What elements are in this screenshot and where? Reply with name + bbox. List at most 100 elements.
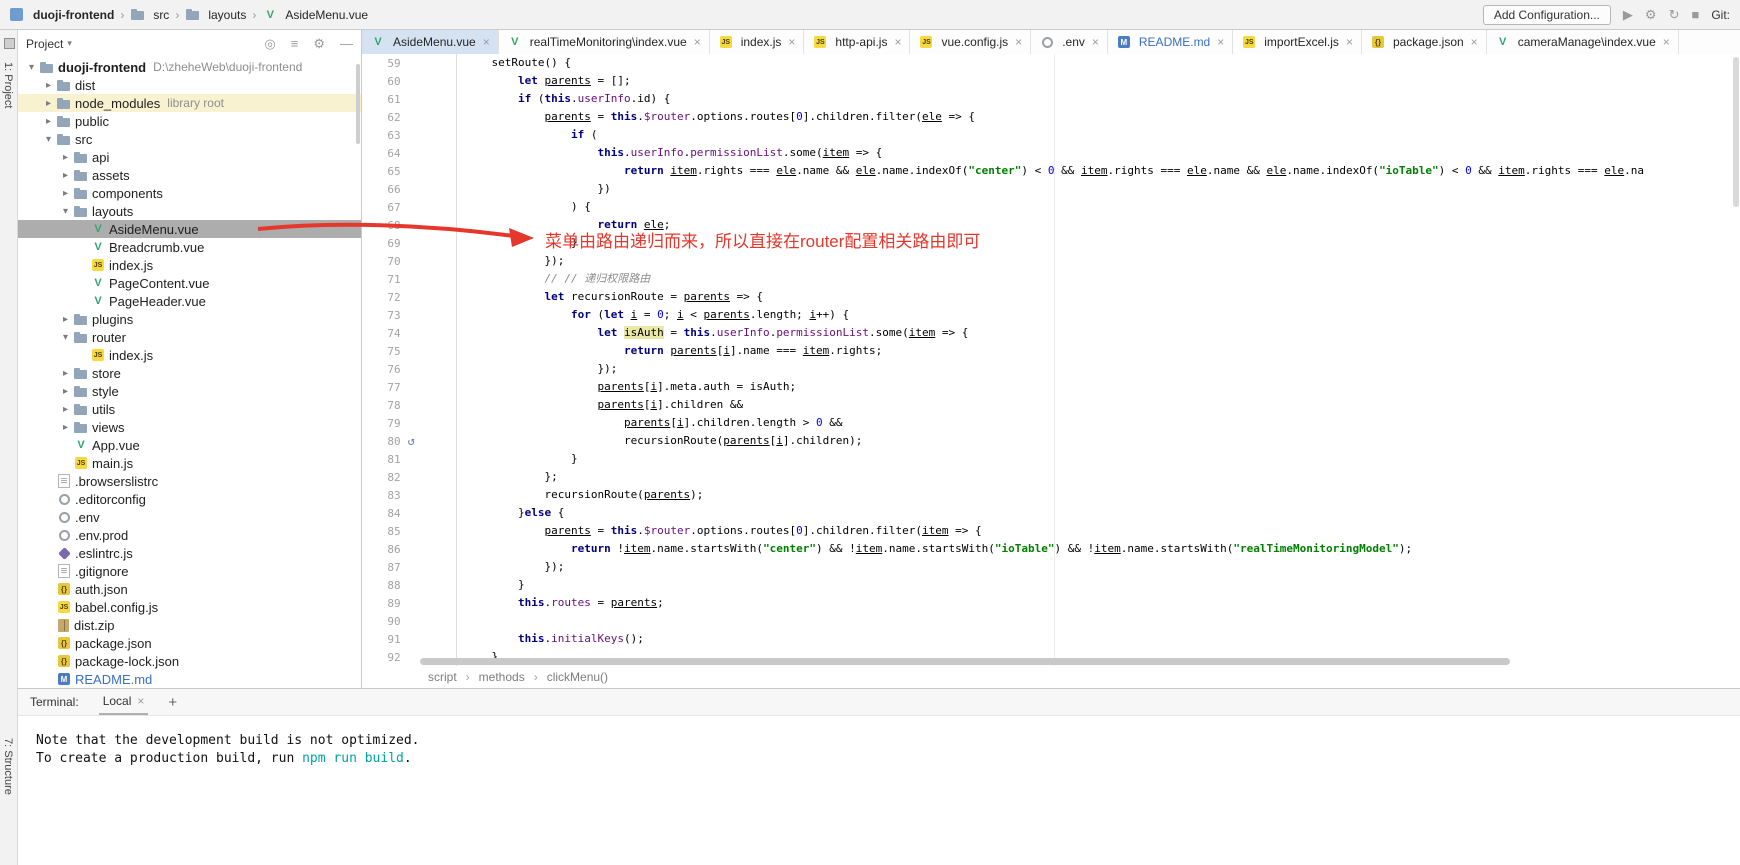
tree-item-.env.prod[interactable]: .env.prod (18, 526, 361, 544)
gutter-line-82[interactable]: 82 (362, 468, 456, 486)
gutter-line-84[interactable]: 84 (362, 504, 456, 522)
chevron-right-icon[interactable]: ▸ (58, 188, 73, 199)
tree-item-Breadcrumb.vue[interactable]: VBreadcrumb.vue (18, 238, 361, 256)
gutter-line-74[interactable]: 74 (362, 324, 456, 342)
gutter-line-62[interactable]: 62 (362, 108, 456, 126)
gutter-line-85[interactable]: 85 (362, 522, 456, 540)
tree-item-components[interactable]: ▸components (18, 184, 361, 202)
close-tab-icon[interactable]: × (694, 35, 701, 49)
editor-vertical-scrollbar[interactable] (1733, 57, 1739, 207)
gutter-line-79[interactable]: 79 (362, 414, 456, 432)
gutter-line-60[interactable]: 60 (362, 72, 456, 90)
gutter-line-68[interactable]: 68 (362, 216, 456, 234)
gutter-line-80[interactable]: 80↺ (362, 432, 456, 450)
tree-item-PageHeader.vue[interactable]: VPageHeader.vue (18, 292, 361, 310)
tab-package.json[interactable]: {}package.json× (1362, 30, 1487, 54)
tree-item-store[interactable]: ▸store (18, 364, 361, 382)
tree-item-dist.zip[interactable]: dist.zip (18, 616, 361, 634)
tree-item-api[interactable]: ▸api (18, 148, 361, 166)
breadcrumb-item[interactable]: layouts (185, 7, 246, 22)
chevron-down-icon[interactable]: ▾ (41, 134, 56, 145)
gutter-line-89[interactable]: 89 (362, 594, 456, 612)
tree-item-README.md[interactable]: MREADME.md (18, 670, 361, 688)
tree-item-duoji-frontend[interactable]: ▾duoji-frontendD:\zheheWeb\duoji-fronten… (18, 58, 361, 76)
close-tab-icon[interactable]: × (788, 35, 795, 49)
chevron-down-icon[interactable]: ▾ (58, 332, 73, 343)
tree-item-.env[interactable]: .env (18, 508, 361, 526)
gutter-line-78[interactable]: 78 (362, 396, 456, 414)
close-tab-icon[interactable]: × (483, 35, 490, 49)
chevron-right-icon[interactable]: ▸ (58, 314, 73, 325)
tab-realTimeMonitoring\index.vue[interactable]: VrealTimeMonitoring\index.vue× (499, 30, 710, 54)
gutter-line-73[interactable]: 73 (362, 306, 456, 324)
tree-item-package.json[interactable]: {}package.json (18, 634, 361, 652)
tree-item-babel.config.js[interactable]: JSbabel.config.js (18, 598, 361, 616)
tree-item-utils[interactable]: ▸utils (18, 400, 361, 418)
breadcrumb-item[interactable]: VAsideMenu.vue (262, 7, 368, 22)
editor-breadcrumb-item[interactable]: script (428, 670, 457, 684)
chevron-right-icon[interactable]: ▸ (58, 386, 73, 397)
close-tab-icon[interactable]: × (1346, 35, 1353, 49)
project-tree-scrollbar[interactable] (356, 64, 360, 144)
gutter-line-64[interactable]: 64 (362, 144, 456, 162)
tree-item-package-lock.json[interactable]: {}package-lock.json (18, 652, 361, 670)
tool-window-button-structure[interactable]: 7: Structure (2, 738, 14, 795)
tree-item-node_modules[interactable]: ▸node_moduleslibrary root (18, 94, 361, 112)
gutter-line-70[interactable]: 70 (362, 252, 456, 270)
add-configuration-button[interactable]: Add Configuration... (1483, 5, 1611, 25)
tree-item-.editorconfig[interactable]: .editorconfig (18, 490, 361, 508)
close-tab-icon[interactable]: × (894, 35, 901, 49)
gutter-line-90[interactable]: 90 (362, 612, 456, 630)
tab-vue.config.js[interactable]: JSvue.config.js× (910, 30, 1031, 54)
tree-item-plugins[interactable]: ▸plugins (18, 310, 361, 328)
project-view-selector[interactable]: Project ▾ (26, 37, 72, 51)
gutter-line-83[interactable]: 83 (362, 486, 456, 504)
gutter-line-63[interactable]: 63 (362, 126, 456, 144)
tool-window-button-project[interactable]: 1: Project (2, 62, 14, 108)
chevron-down-icon[interactable]: ▾ (58, 206, 73, 217)
tree-item-AsideMenu.vue[interactable]: VAsideMenu.vue (18, 220, 361, 238)
tree-item-index.js[interactable]: JSindex.js (18, 256, 361, 274)
chevron-down-icon[interactable]: ▾ (24, 62, 39, 73)
stop-icon[interactable]: ■ (1691, 8, 1699, 21)
tree-item-auth.json[interactable]: {}auth.json (18, 580, 361, 598)
gutter-line-77[interactable]: 77 (362, 378, 456, 396)
gutter-line-91[interactable]: 91 (362, 630, 456, 648)
tree-item-views[interactable]: ▸views (18, 418, 361, 436)
tree-item-router[interactable]: ▾router (18, 328, 361, 346)
tree-item-index.js[interactable]: JSindex.js (18, 346, 361, 364)
tree-item-layouts[interactable]: ▾layouts (18, 202, 361, 220)
git-label[interactable]: Git: (1711, 8, 1730, 22)
gutter-line-71[interactable]: 71 (362, 270, 456, 288)
tab-importExcel.js[interactable]: JSimportExcel.js× (1233, 30, 1362, 54)
chevron-right-icon[interactable]: ▸ (58, 368, 73, 379)
filter-icon[interactable]: ≡ (291, 37, 299, 50)
editor-horizontal-scrollbar[interactable] (420, 658, 1510, 665)
close-tab-icon[interactable]: × (1092, 35, 1099, 49)
code-area[interactable]: setRoute() { let parents = []; if (this.… (457, 54, 1740, 666)
tree-item-public[interactable]: ▸public (18, 112, 361, 130)
tree-item-.gitignore[interactable]: .gitignore (18, 562, 361, 580)
settings-icon[interactable]: ⚙ (313, 37, 325, 50)
run-icon[interactable]: ▶ (1623, 8, 1633, 21)
gutter-line-67[interactable]: 67 (362, 198, 456, 216)
gutter-line-69[interactable]: 69 (362, 234, 456, 252)
tree-item-style[interactable]: ▸style (18, 382, 361, 400)
tab-.env[interactable]: .env× (1031, 30, 1108, 54)
terminal-tab-local[interactable]: Local × (99, 689, 149, 715)
chevron-right-icon[interactable]: ▸ (41, 80, 56, 91)
close-tab-icon[interactable]: × (1471, 35, 1478, 49)
tree-item-.eslintrc.js[interactable]: .eslintrc.js (18, 544, 361, 562)
tab-README.md[interactable]: MREADME.md× (1108, 30, 1233, 54)
update-icon[interactable]: ↻ (1669, 8, 1680, 21)
tree-item-assets[interactable]: ▸assets (18, 166, 361, 184)
close-icon[interactable]: × (137, 694, 144, 708)
tab-index.js[interactable]: JSindex.js× (710, 30, 805, 54)
tree-item-src[interactable]: ▾src (18, 130, 361, 148)
chevron-right-icon[interactable]: ▸ (41, 116, 56, 127)
gutter-line-59[interactable]: 59 (362, 54, 456, 72)
gutter-line-88[interactable]: 88 (362, 576, 456, 594)
close-tab-icon[interactable]: × (1663, 35, 1670, 49)
chevron-right-icon[interactable]: ▸ (58, 422, 73, 433)
gutter-line-66[interactable]: 66 (362, 180, 456, 198)
